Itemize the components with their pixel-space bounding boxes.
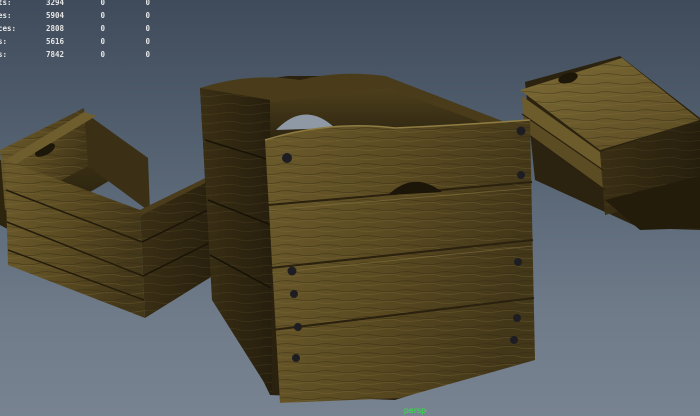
- hud-value: 3294: [45, 0, 64, 7]
- hud-label: s:: [0, 50, 8, 59]
- hud-value: 0: [145, 24, 150, 33]
- 3d-scene[interactable]: [0, 0, 700, 416]
- hud-value: 2808: [45, 24, 64, 33]
- hud-value: 0: [100, 50, 105, 59]
- hud-row-faces: ces: 2808 0 0: [0, 22, 170, 35]
- hud-value: 0: [100, 24, 105, 33]
- hud-row-uvs: s: 7842 0 0: [0, 48, 170, 61]
- hud-row-edges: es: 5904 0 0: [0, 9, 170, 22]
- hud-value: 0: [100, 11, 105, 20]
- hud-value: 0: [145, 37, 150, 46]
- heads-up-display: ts: 3294 0 0 es: 5904 0 0 ces: 2808 0 0 …: [0, 0, 170, 61]
- center-crate[interactable]: [200, 73, 535, 403]
- hud-value: 5616: [45, 37, 64, 46]
- hud-value: 0: [145, 0, 150, 7]
- maya-viewport[interactable]: ts: 3294 0 0 es: 5904 0 0 ces: 2808 0 0 …: [0, 0, 700, 416]
- hud-value: 0: [145, 11, 150, 20]
- camera-name-label: persp: [403, 406, 427, 415]
- hud-label: ts:: [0, 0, 12, 7]
- right-crate[interactable]: [520, 56, 700, 230]
- hud-value: 5904: [45, 11, 64, 20]
- hud-value: 0: [100, 37, 105, 46]
- hud-label: es:: [0, 11, 12, 20]
- left-crate[interactable]: [0, 108, 220, 318]
- hud-row-tris: s: 5616 0 0: [0, 35, 170, 48]
- hud-value: 7842: [45, 50, 64, 59]
- hud-value: 0: [100, 0, 105, 7]
- hud-label: s:: [0, 37, 8, 46]
- hud-row-verts: ts: 3294 0 0: [0, 0, 170, 9]
- hud-label: ces:: [0, 24, 17, 33]
- hud-value: 0: [145, 50, 150, 59]
